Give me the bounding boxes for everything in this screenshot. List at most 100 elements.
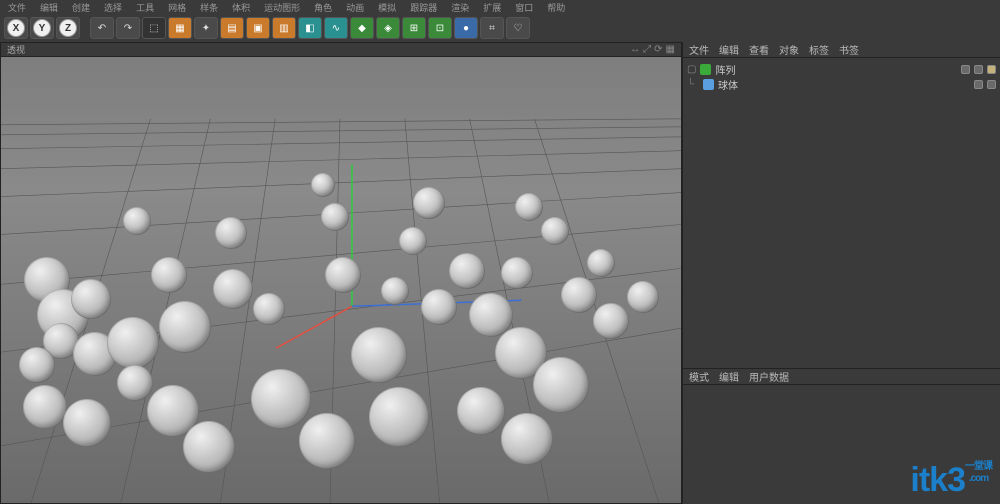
cloner-icon[interactable]: ⊡ [428, 17, 452, 39]
sphere-instance[interactable] [251, 369, 311, 429]
sphere-instance[interactable] [159, 301, 211, 353]
sphere-instance[interactable] [421, 289, 457, 325]
sphere-instance[interactable] [23, 385, 67, 429]
tree-row[interactable]: ▢阵列 [687, 62, 996, 77]
visibility-toggle[interactable] [974, 80, 983, 89]
sphere-instance[interactable] [123, 207, 151, 235]
generator-icon[interactable]: ◆ [350, 17, 374, 39]
sphere-instance[interactable] [19, 347, 55, 383]
tag-icon[interactable] [987, 65, 996, 74]
sphere-instance[interactable] [321, 203, 349, 231]
undo-icon[interactable]: ↶ [90, 17, 114, 39]
expand-icon[interactable]: ▢ [687, 64, 696, 75]
sphere-instance[interactable] [351, 327, 407, 383]
menu-item[interactable]: 角色 [314, 1, 332, 14]
panel-tab[interactable]: 编辑 [719, 42, 739, 57]
panel-tab[interactable]: 书签 [839, 42, 859, 57]
render-icon[interactable]: ▣ [246, 17, 270, 39]
sphere-instance[interactable] [501, 257, 533, 289]
tree-row[interactable]: └球体 [687, 77, 996, 92]
menu-item[interactable]: 体积 [232, 1, 250, 14]
deformer-icon[interactable]: ◈ [376, 17, 400, 39]
menu-item[interactable]: 动画 [346, 1, 364, 14]
sphere-instance[interactable] [183, 421, 235, 473]
object-icon [703, 79, 714, 90]
select-live-icon[interactable]: ⬚ [142, 17, 166, 39]
sphere-instance[interactable] [533, 357, 589, 413]
viewport-nav-icon[interactable]: ▦ [666, 44, 675, 55]
sphere-instance[interactable] [299, 413, 355, 469]
sphere-instance[interactable] [71, 279, 111, 319]
sphere-instance[interactable] [627, 281, 659, 313]
object-tree[interactable]: ▢阵列└球体 [683, 58, 1000, 368]
sphere-instance[interactable] [413, 187, 445, 219]
menu-item[interactable]: 网格 [168, 1, 186, 14]
panel-tab[interactable]: 模式 [689, 369, 709, 384]
sphere-instance[interactable] [213, 269, 253, 309]
spline-icon[interactable]: ∿ [324, 17, 348, 39]
menu-item[interactable]: 文件 [8, 1, 26, 14]
visibility-toggle[interactable] [961, 65, 970, 74]
primitive-icon[interactable]: ◧ [298, 17, 322, 39]
axis-icon[interactable]: ✦ [194, 17, 218, 39]
sphere-instance[interactable] [253, 293, 285, 325]
object-label: 球体 [718, 77, 738, 92]
y-axis-toggle[interactable]: Y [30, 17, 54, 39]
viewport-label: 透视 [7, 43, 25, 56]
sphere-instance[interactable] [151, 257, 187, 293]
sphere-instance[interactable] [541, 217, 569, 245]
sphere-instance[interactable] [369, 387, 429, 447]
panel-tab[interactable]: 对象 [779, 42, 799, 57]
viewport-nav-icon[interactable]: ↔ [630, 44, 640, 55]
sphere-instance[interactable] [107, 317, 159, 369]
sphere-instance[interactable] [515, 193, 543, 221]
sphere-instance[interactable] [311, 173, 335, 197]
sphere-instance[interactable] [561, 277, 597, 313]
menu-item[interactable]: 帮助 [547, 1, 565, 14]
z-axis-toggle[interactable]: Z [56, 17, 80, 39]
sphere-instance[interactable] [587, 249, 615, 277]
menu-item[interactable]: 模拟 [378, 1, 396, 14]
menu-item[interactable]: 窗口 [515, 1, 533, 14]
menu-item[interactable]: 编辑 [40, 1, 58, 14]
sphere-instance[interactable] [449, 253, 485, 289]
panel-tab[interactable]: 文件 [689, 42, 709, 57]
sphere-instance[interactable] [325, 257, 361, 293]
x-axis-toggle[interactable]: X [4, 17, 28, 39]
menu-item[interactable]: 跟踪器 [410, 1, 437, 14]
attribute-manager: 模式编辑用户数据 [683, 368, 1000, 504]
visibility-toggle[interactable] [987, 80, 996, 89]
panel-tab[interactable]: 用户数据 [749, 369, 789, 384]
menu-item[interactable]: 选择 [104, 1, 122, 14]
panel-tab[interactable]: 编辑 [719, 369, 739, 384]
visibility-toggle[interactable] [974, 65, 983, 74]
sphere-instance[interactable] [63, 399, 111, 447]
menu-item[interactable]: 运动图形 [264, 1, 300, 14]
sphere-instance[interactable] [457, 387, 505, 435]
sphere-instance[interactable] [399, 227, 427, 255]
menu-item[interactable]: 样条 [200, 1, 218, 14]
object-manager: 文件编辑查看对象标签书签 ▢阵列└球体 [683, 42, 1000, 368]
redo-icon[interactable]: ↷ [116, 17, 140, 39]
array-icon[interactable]: ⊞ [402, 17, 426, 39]
sphere-instance[interactable] [215, 217, 247, 249]
light-icon[interactable]: ♡ [506, 17, 530, 39]
menu-item[interactable]: 渲染 [451, 1, 469, 14]
material-icon[interactable]: ● [454, 17, 478, 39]
sphere-instance[interactable] [501, 413, 553, 465]
panel-tab[interactable]: 标签 [809, 42, 829, 57]
render-settings-icon[interactable]: ▥ [272, 17, 296, 39]
tag-icon[interactable]: ⌗ [480, 17, 504, 39]
menu-item[interactable]: 创建 [72, 1, 90, 14]
viewport-nav-icon[interactable]: ⟳ [654, 44, 662, 55]
cube-icon[interactable]: ▦ [168, 17, 192, 39]
panel-tab[interactable]: 查看 [749, 42, 769, 57]
sphere-instance[interactable] [381, 277, 409, 305]
viewport-3d[interactable] [1, 57, 681, 503]
menu-item[interactable]: 工具 [136, 1, 154, 14]
viewport-nav-icon[interactable]: ⤢ [643, 44, 651, 55]
sphere-instance[interactable] [117, 365, 153, 401]
menu-item[interactable]: 扩展 [483, 1, 501, 14]
film-icon[interactable]: ▤ [220, 17, 244, 39]
sphere-instance[interactable] [593, 303, 629, 339]
